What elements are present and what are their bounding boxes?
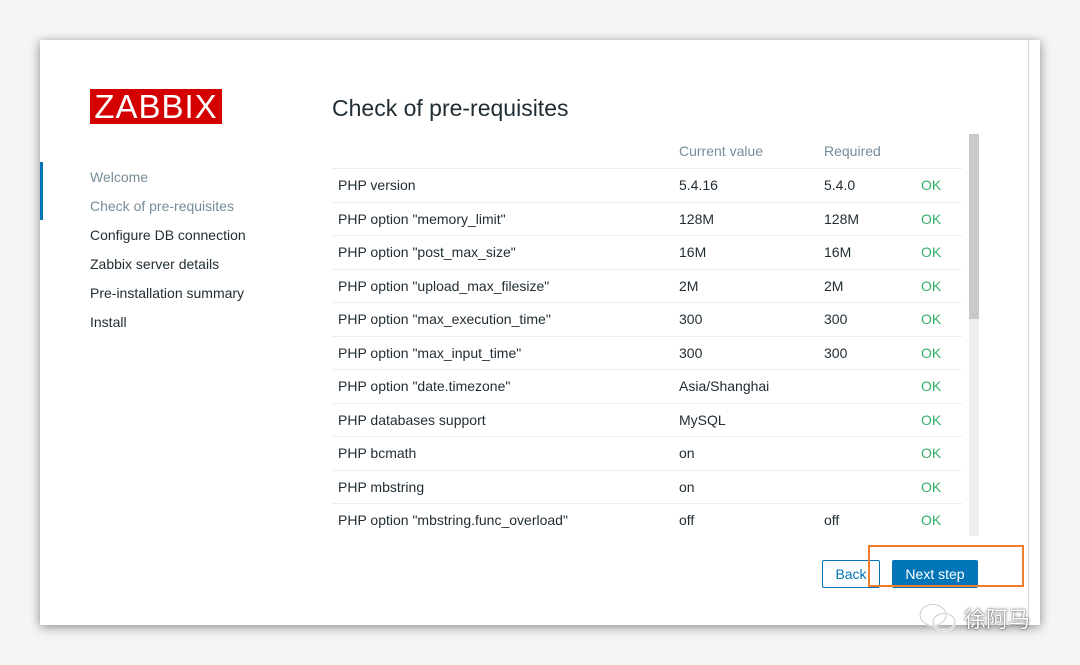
nav-step-server-details: Zabbix server details xyxy=(90,256,220,272)
row-name: PHP version xyxy=(332,168,673,203)
row-status: OK xyxy=(915,269,962,303)
row-name: PHP option "date.timezone" xyxy=(332,369,673,404)
row-name: PHP option "memory_limit" xyxy=(332,202,673,236)
row-status: OK xyxy=(915,470,962,504)
nav-step-summary: Pre-installation summary xyxy=(90,285,245,301)
nav-step-db-connection: Configure DB connection xyxy=(90,227,246,243)
row-name: PHP bcmath xyxy=(332,436,673,471)
table-row: PHP option "post_max_size" 16M 16M OK xyxy=(332,235,962,270)
row-required xyxy=(818,403,915,437)
row-required: 16M xyxy=(818,235,915,270)
nav-step-prerequisites[interactable]: Check of pre-requisites xyxy=(90,197,234,215)
row-status: OK xyxy=(915,235,962,270)
row-required: 300 xyxy=(818,302,915,337)
row-current: Asia/Shanghai xyxy=(673,369,818,404)
table-row: PHP version 5.4.16 5.4.0 OK xyxy=(332,168,962,203)
row-status: OK xyxy=(915,336,962,370)
table-row: PHP databases support MySQL OK xyxy=(332,403,962,437)
table-row: PHP option "date.timezone" Asia/Shanghai… xyxy=(332,369,962,404)
row-current: 16M xyxy=(673,235,818,270)
row-current: 128M xyxy=(673,202,818,236)
row-required: 2M xyxy=(818,269,915,303)
current-step-marker xyxy=(40,162,43,220)
row-required: 128M xyxy=(818,202,915,236)
scrollbar-thumb[interactable] xyxy=(969,134,979,319)
table-row: PHP option "memory_limit" 128M 128M OK xyxy=(332,202,962,236)
row-name: PHP option "post_max_size" xyxy=(332,235,673,270)
page-title: Check of pre-requisites xyxy=(332,95,569,121)
row-required xyxy=(818,369,915,404)
table-row: PHP mbstring on OK xyxy=(332,470,962,504)
row-status: OK xyxy=(915,302,962,337)
watermark-text: 徐阿马 xyxy=(964,608,1031,633)
table-scrollbar[interactable] xyxy=(969,134,979,536)
row-status: OK xyxy=(915,403,962,437)
header-required: Required xyxy=(818,134,915,169)
next-step-button[interactable]: Next step xyxy=(892,560,978,588)
row-name: PHP option "mbstring.func_overload" xyxy=(332,503,673,536)
row-required: 5.4.0 xyxy=(818,168,915,203)
table-row: PHP option "max_input_time" 300 300 OK xyxy=(332,336,962,370)
window-divider xyxy=(1028,40,1029,625)
row-current: on xyxy=(673,470,818,504)
row-name: PHP option "max_input_time" xyxy=(332,336,673,370)
row-current: on xyxy=(673,436,818,471)
row-required xyxy=(818,436,915,471)
header-status xyxy=(915,134,962,169)
row-status: OK xyxy=(915,168,962,203)
row-name: PHP option "upload_max_filesize" xyxy=(332,269,673,303)
row-current: 2M xyxy=(673,269,818,303)
prerequisites-scroll-area[interactable]: Current value Required PHP version 5.4.1… xyxy=(332,134,980,536)
wechat-icon xyxy=(918,603,957,632)
setup-window: ZABBIX Welcome Check of pre-requisites C… xyxy=(40,40,1040,625)
row-current: 300 xyxy=(673,336,818,370)
table-row: PHP option "max_execution_time" 300 300 … xyxy=(332,302,962,337)
table-row: PHP bcmath on OK xyxy=(332,436,962,471)
row-status: OK xyxy=(915,369,962,404)
row-current: MySQL xyxy=(673,403,818,437)
row-required: 300 xyxy=(818,336,915,370)
table-row: PHP option "upload_max_filesize" 2M 2M O… xyxy=(332,269,962,303)
row-required: off xyxy=(818,503,915,536)
table-row: PHP option "mbstring.func_overload" off … xyxy=(332,503,962,536)
watermark: 徐阿马 xyxy=(918,600,1030,636)
row-name: PHP mbstring xyxy=(332,470,673,504)
row-name: PHP option "max_execution_time" xyxy=(332,302,673,337)
nav-step-install: Install xyxy=(90,314,127,330)
row-name: PHP databases support xyxy=(332,403,673,437)
row-status: OK xyxy=(915,503,962,536)
zabbix-logo: ZABBIX xyxy=(90,89,222,124)
nav-step-welcome[interactable]: Welcome xyxy=(90,168,148,186)
row-current: 300 xyxy=(673,302,818,337)
row-status: OK xyxy=(915,436,962,471)
header-name xyxy=(332,134,673,169)
header-current-value: Current value xyxy=(673,134,818,169)
row-current: off xyxy=(673,503,818,536)
row-required xyxy=(818,470,915,504)
table-header-row: Current value Required xyxy=(332,134,962,169)
row-status: OK xyxy=(915,202,962,236)
back-button[interactable]: Back xyxy=(822,560,880,588)
prerequisites-table: Current value Required PHP version 5.4.1… xyxy=(332,134,962,536)
row-current: 5.4.16 xyxy=(673,168,818,203)
